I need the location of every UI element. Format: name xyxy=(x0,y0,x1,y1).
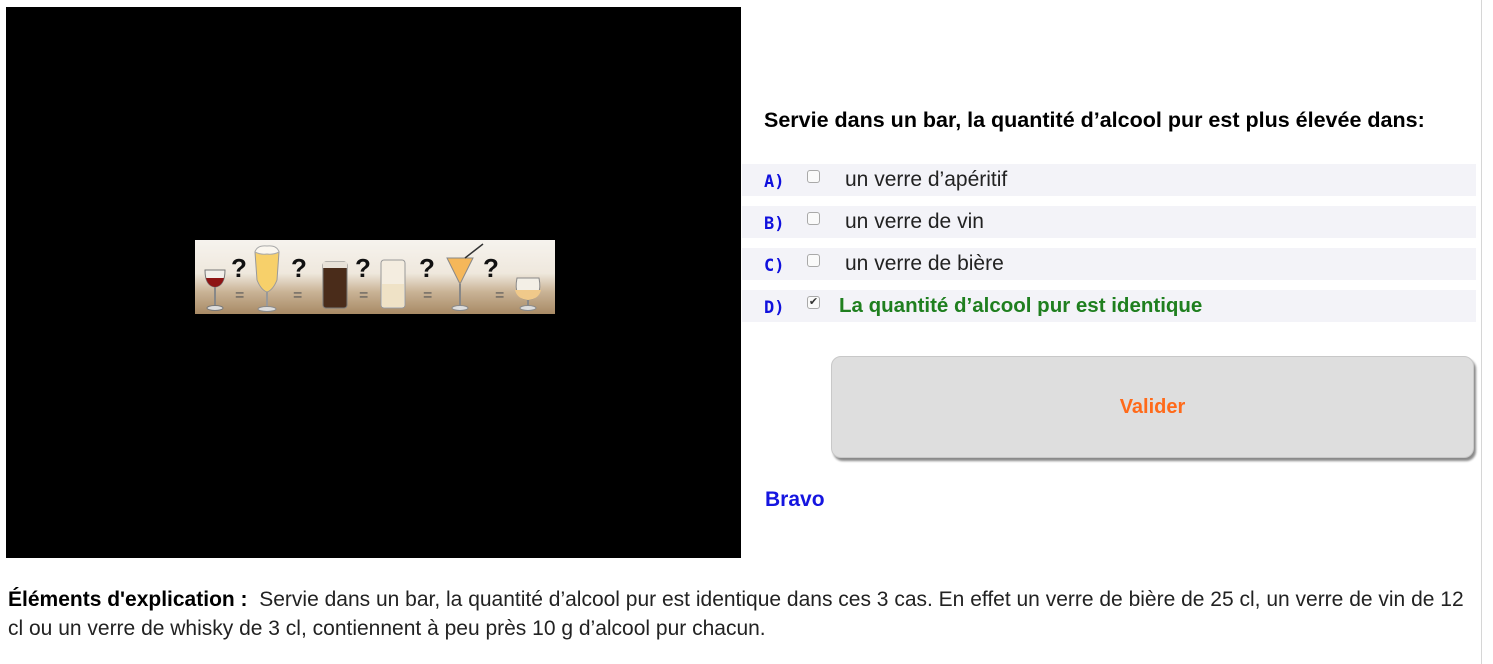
svg-text:?: ? xyxy=(291,253,307,283)
option-text-correct: La quantité d’alcool pur est identique xyxy=(839,294,1203,317)
option-letter: D) xyxy=(764,298,785,318)
option-letter: C) xyxy=(764,256,785,276)
drinks-equivalence-illustration: ? = ? = ? = ? = ? = xyxy=(195,240,555,314)
option-text: un verre de bière xyxy=(845,252,1004,275)
option-letter: A) xyxy=(764,172,785,192)
svg-text:?: ? xyxy=(419,253,435,283)
option-a-checkbox[interactable] xyxy=(807,170,820,183)
media-panel: ? = ? = ? = ? = ? = xyxy=(6,7,741,558)
feedback-message: Bravo xyxy=(765,488,825,511)
option-letter: B) xyxy=(764,214,785,234)
svg-text:=: = xyxy=(235,287,244,304)
option-text: un verre de vin xyxy=(845,210,984,233)
svg-text:=: = xyxy=(495,287,504,304)
explanation: Éléments d'explication : Servie dans un … xyxy=(8,585,1478,643)
svg-text:=: = xyxy=(423,287,432,304)
option-c[interactable]: C) un verre de bière xyxy=(742,248,1476,280)
svg-text:?: ? xyxy=(355,253,371,283)
option-text: un verre d’apéritif xyxy=(845,168,1008,191)
option-c-checkbox[interactable] xyxy=(807,254,820,267)
page-edge xyxy=(1481,0,1482,664)
svg-text:?: ? xyxy=(483,253,499,283)
option-d[interactable]: D) ✔ La quantité d’alcool pur est identi… xyxy=(742,290,1476,322)
svg-text:?: ? xyxy=(231,253,247,283)
option-b-checkbox[interactable] xyxy=(807,212,820,225)
question-text: Servie dans un bar, la quantité d’alcool… xyxy=(764,108,1425,132)
drinks-icon: ? = ? = ? = ? = ? = xyxy=(204,243,541,312)
svg-text:=: = xyxy=(359,287,368,304)
svg-text:=: = xyxy=(293,287,302,304)
option-b[interactable]: B) un verre de vin xyxy=(742,206,1476,238)
validate-button[interactable]: Valider xyxy=(831,356,1474,458)
option-a[interactable]: A) un verre d’apéritif xyxy=(742,164,1476,196)
explanation-label: Éléments d'explication : xyxy=(8,588,248,611)
option-d-checkbox[interactable]: ✔ xyxy=(807,296,820,309)
